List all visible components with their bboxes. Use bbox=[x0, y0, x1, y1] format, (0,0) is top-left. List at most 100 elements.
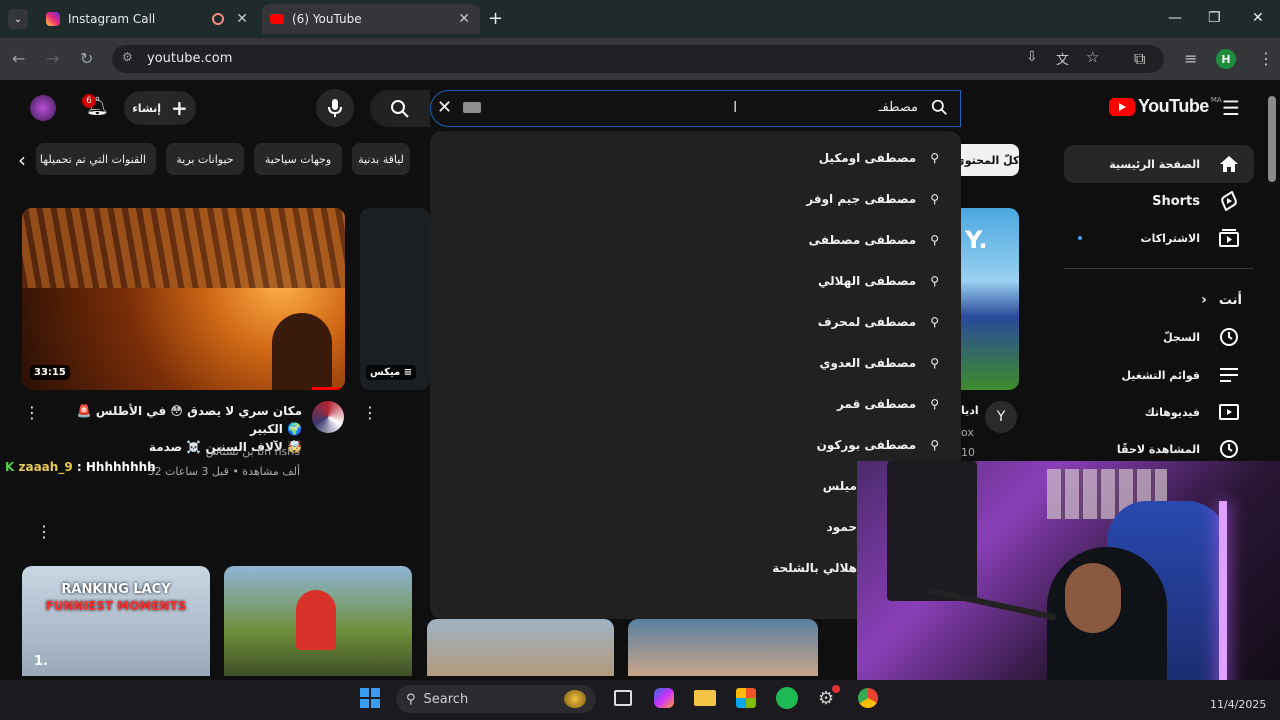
start-icon[interactable] bbox=[360, 688, 380, 708]
keyboard-icon[interactable] bbox=[463, 102, 481, 113]
chip[interactable]: كلّ المحتوى bbox=[955, 144, 1019, 176]
forward-icon[interactable]: → bbox=[46, 49, 59, 68]
chrome-icon[interactable] bbox=[858, 688, 878, 708]
chip[interactable]: وجهات سياحية bbox=[254, 143, 342, 175]
suggestion-item[interactable]: مصطفى بوركون ⚲ bbox=[817, 430, 939, 460]
video-thumbnail[interactable] bbox=[224, 566, 412, 676]
search-icon: ⚲ bbox=[930, 315, 939, 329]
suggestion-item[interactable]: مصطفى لمحرف ⚲ bbox=[818, 307, 939, 337]
video-menu-icon[interactable]: ⋮ bbox=[362, 403, 378, 422]
suggestion-item[interactable]: مصطفى العدوي ⚲ bbox=[820, 348, 939, 378]
sidebar-you-header[interactable]: › أنت bbox=[1064, 281, 1254, 319]
suggestion-item[interactable]: مصطفى قمر ⚲ bbox=[837, 389, 939, 419]
video-duration: 33:15 bbox=[30, 365, 70, 380]
minimize-icon[interactable]: — bbox=[1168, 10, 1182, 26]
sidebar-item-home[interactable]: الصفحة الرئيسية bbox=[1064, 145, 1254, 183]
spotify-icon[interactable] bbox=[776, 687, 798, 709]
search-input[interactable]: ✕ I مصطفـ bbox=[430, 90, 961, 127]
reload-icon[interactable]: ↻ bbox=[80, 49, 93, 68]
video-menu-icon[interactable]: ⋮ bbox=[36, 522, 52, 541]
suggestion-item[interactable]: حمود bbox=[827, 512, 857, 542]
video-thumbnail[interactable]: RANKING LACY FUNNIEST MOMENTS 1. bbox=[22, 566, 210, 676]
text-cursor-icon: I bbox=[733, 98, 738, 116]
search-icon bbox=[391, 99, 409, 118]
taskbar bbox=[0, 680, 1280, 720]
suggestion-text: مصطفى بوركون bbox=[816, 438, 917, 452]
tab-list-button[interactable]: ⌄ bbox=[8, 9, 28, 29]
chat-user-icon: K bbox=[5, 460, 15, 474]
create-button[interactable]: إنشاء + bbox=[124, 91, 196, 125]
new-tab-button[interactable]: + bbox=[488, 8, 503, 29]
suggestion-item[interactable]: هلالي بالشلحة bbox=[772, 553, 857, 583]
thumbnail-figure bbox=[296, 590, 336, 650]
chips-prev-icon[interactable]: ‹ bbox=[18, 148, 26, 172]
shorts-icon bbox=[1212, 191, 1246, 211]
webcam-face bbox=[1065, 563, 1121, 633]
video-channel[interactable]: بن نسناس bn nsns bbox=[140, 445, 300, 458]
close-tab-icon[interactable]: ✕ bbox=[236, 11, 248, 27]
page-scrollbar[interactable] bbox=[1268, 96, 1276, 182]
task-view-icon[interactable] bbox=[614, 690, 632, 706]
search-icon: ⚲ bbox=[930, 192, 939, 206]
progress-bar bbox=[312, 387, 345, 390]
store-icon[interactable] bbox=[736, 688, 756, 708]
taskbar-date[interactable]: 11/4/2025 bbox=[1210, 698, 1266, 711]
video-thumbnail[interactable] bbox=[628, 619, 818, 676]
bookmark-star-icon[interactable]: ☆ bbox=[1086, 48, 1099, 66]
tab-youtube[interactable]: (6) YouTube ✕ bbox=[262, 4, 480, 34]
sidebar-item-playlists[interactable]: قوائم التشغيل bbox=[1064, 356, 1254, 394]
profile-avatar[interactable]: H bbox=[1216, 49, 1236, 69]
video-thumbnail[interactable] bbox=[427, 619, 614, 676]
suggestion-text: مصطفى مصطفى bbox=[808, 233, 917, 247]
chat-overlay: K zaaah_9 : Hhhhhhhh bbox=[5, 460, 156, 474]
video-thumbnail[interactable]: 33:15 bbox=[22, 208, 345, 390]
sidebar-item-shorts[interactable]: Shorts bbox=[1064, 182, 1254, 220]
search-button[interactable] bbox=[370, 90, 430, 127]
sidebar-item-your-videos[interactable]: فيديوهاتك bbox=[1064, 393, 1254, 431]
media-control-icon[interactable]: ≡ bbox=[1184, 49, 1197, 68]
chip[interactable]: حيوانات برية bbox=[166, 143, 244, 175]
suggestion-text: حمود bbox=[826, 520, 857, 534]
chat-username: zaaah_9 bbox=[18, 460, 73, 474]
clear-search-icon[interactable]: ✕ bbox=[437, 97, 452, 118]
browser-menu-icon[interactable]: ⋮ bbox=[1258, 49, 1274, 68]
copilot-icon[interactable] bbox=[654, 688, 674, 708]
search-icon: ⚲ bbox=[930, 397, 939, 411]
taskbar-search[interactable]: ⚲ Search bbox=[396, 685, 596, 713]
close-tab-icon[interactable]: ✕ bbox=[458, 11, 470, 27]
install-icon[interactable]: ⇩ bbox=[1026, 49, 1038, 65]
file-explorer-icon[interactable] bbox=[694, 690, 716, 706]
account-avatar[interactable] bbox=[30, 95, 56, 121]
video-thumbnail-partial[interactable]: Y. bbox=[961, 208, 1019, 390]
suggestion-item[interactable]: مصطفى اومكيل ⚲ bbox=[819, 143, 939, 173]
search-icon: ⚲ bbox=[406, 691, 416, 707]
channel-avatar[interactable]: Y bbox=[985, 401, 1017, 433]
youtube-icon bbox=[270, 14, 284, 24]
channel-avatar[interactable] bbox=[312, 401, 344, 433]
omnibox[interactable]: ⚙ youtube.com ⇩ 文 ☆ bbox=[112, 45, 1164, 73]
suggestion-item[interactable]: مصطفى مصطفى ⚲ bbox=[809, 225, 939, 255]
back-icon[interactable]: ← bbox=[12, 49, 25, 68]
guide-menu-icon[interactable]: ☰ bbox=[1222, 96, 1240, 120]
search-icon: ⚲ bbox=[930, 151, 939, 165]
tab-instagram-call[interactable]: Instagram Call ✕ bbox=[36, 4, 258, 34]
extensions-icon[interactable]: ⧉ bbox=[1134, 49, 1145, 69]
suggestion-item[interactable]: ميلس bbox=[823, 471, 857, 501]
chip[interactable]: القنوات التي تم تحميلها مؤ bbox=[36, 143, 156, 175]
site-info-icon[interactable]: ⚙ bbox=[122, 50, 133, 64]
close-window-icon[interactable]: ✕ bbox=[1252, 10, 1264, 26]
suggestion-item[interactable]: مصطفى جيم اوفر ⚲ bbox=[806, 184, 939, 214]
webcam-shelf bbox=[887, 461, 977, 601]
youtube-logo[interactable]: YouTube MA bbox=[1109, 96, 1222, 117]
video-menu-icon[interactable]: ⋮ bbox=[24, 403, 40, 422]
maximize-icon[interactable]: ❐ bbox=[1208, 10, 1221, 26]
mix-thumbnail[interactable]: ميكس ≡ bbox=[360, 208, 430, 390]
suggestion-item[interactable]: مصطفى الهلالي ⚲ bbox=[818, 266, 939, 296]
sidebar-item-history[interactable]: السجلّ bbox=[1064, 318, 1254, 356]
search-icon bbox=[931, 99, 948, 120]
chip[interactable]: لياقة بدنية bbox=[352, 143, 410, 175]
sidebar-item-label: فيديوهاتك bbox=[1144, 405, 1200, 419]
translate-icon[interactable]: 文 bbox=[1056, 49, 1069, 68]
sidebar-item-subscriptions[interactable]: الاشتراكات bbox=[1064, 219, 1254, 257]
voice-search-button[interactable] bbox=[316, 89, 354, 127]
